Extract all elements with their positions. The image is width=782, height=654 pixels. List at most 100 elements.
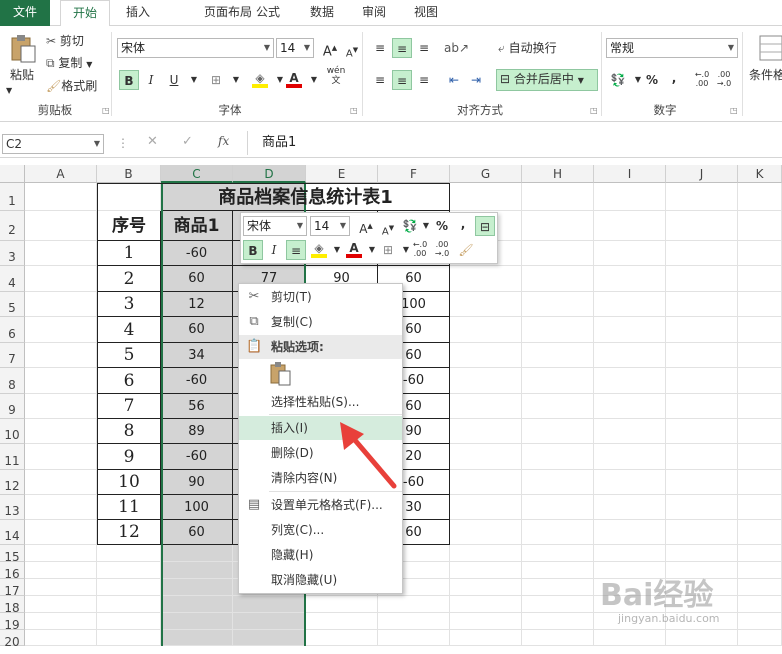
cell-b8[interactable]: 6 (97, 368, 161, 394)
cell-g8[interactable] (450, 368, 522, 394)
cell-k2[interactable] (738, 211, 782, 241)
cell-b9[interactable]: 7 (97, 394, 161, 419)
cell-h16[interactable] (522, 562, 594, 579)
cell-h12[interactable] (522, 470, 594, 495)
underline-dropdown-icon[interactable]: ▼ (184, 70, 204, 90)
orientation-icon[interactable]: ab↗ (444, 38, 469, 58)
cell-k16[interactable] (738, 562, 782, 579)
font-launcher-icon[interactable]: ◳ (350, 106, 358, 115)
cell-b12[interactable]: 10 (97, 470, 161, 495)
underline-button[interactable]: U (164, 70, 184, 90)
cell-h8[interactable] (522, 368, 594, 394)
cell-i20[interactable] (594, 630, 666, 646)
tab-formulas[interactable]: 公式 (248, 0, 288, 26)
cell-a20[interactable] (25, 630, 97, 646)
row-header-6[interactable]: 6 (0, 317, 25, 343)
row-header-8[interactable]: 8 (0, 368, 25, 394)
tab-data[interactable]: 数据 (302, 0, 342, 26)
cell-a18[interactable] (25, 596, 97, 613)
cell-b4[interactable]: 2 (97, 266, 161, 292)
menu-item-hide[interactable]: 隐藏(H) (239, 543, 402, 567)
cell-k7[interactable] (738, 343, 782, 368)
column-header-e[interactable]: E (306, 165, 378, 183)
cell-g18[interactable] (450, 596, 522, 613)
cell-j2[interactable] (666, 211, 738, 241)
merge-center-button[interactable]: ⊟ 合并后居中 ▼ (496, 69, 598, 91)
font-name-select[interactable]: 宋体 ▼ (117, 38, 274, 58)
cell-i11[interactable] (594, 444, 666, 470)
font-color-dropdown-icon[interactable]: ▼ (304, 70, 324, 90)
border-dropdown-icon[interactable]: ▼ (226, 70, 246, 90)
cell-j11[interactable] (666, 444, 738, 470)
decrease-indent-icon[interactable]: ⇤ (444, 70, 464, 90)
cell-c2[interactable]: 商品1 (161, 211, 233, 241)
cut-button[interactable]: ✂ 剪切 (46, 32, 84, 50)
menu-item-copy[interactable]: ⧉ 复制(C) (239, 310, 402, 334)
phonetic-icon[interactable]: wén 文 (326, 66, 346, 86)
decrease-decimal-icon[interactable]: .00 →.0 (714, 70, 734, 90)
cell-j15[interactable] (666, 545, 738, 562)
cell-i7[interactable] (594, 343, 666, 368)
font-size-select[interactable]: 14 ▼ (276, 38, 314, 58)
paste-icon[interactable] (8, 34, 40, 64)
align-bottom-icon[interactable]: ≡ (414, 38, 434, 58)
cell-a6[interactable] (25, 317, 97, 343)
cell-j12[interactable] (666, 470, 738, 495)
cell-h20[interactable] (522, 630, 594, 646)
row-header-17[interactable]: 17 (0, 579, 25, 598)
cell-h14[interactable] (522, 520, 594, 545)
increase-decimal-icon[interactable]: ←.0.00 (692, 70, 712, 90)
menu-item-unhide[interactable]: 取消隐藏(U) (239, 568, 402, 592)
cell-k11[interactable] (738, 444, 782, 470)
cell-k5[interactable] (738, 292, 782, 317)
cell-g5[interactable] (450, 292, 522, 317)
cell-a12[interactable] (25, 470, 97, 495)
format-painter-button[interactable]: 🖌格式刷 (46, 77, 97, 95)
tab-insert[interactable]: 插入 (118, 0, 158, 26)
column-header-k[interactable]: K (738, 165, 782, 183)
cell-j5[interactable] (666, 292, 738, 317)
cell-c10[interactable]: 89 (161, 419, 233, 444)
cell-d19[interactable] (233, 613, 306, 630)
cell-g12[interactable] (450, 470, 522, 495)
mini-decrease-decimal-icon[interactable]: .00 →.0 (432, 240, 452, 260)
cell-a4[interactable] (25, 266, 97, 292)
cell-k8[interactable] (738, 368, 782, 394)
bold-button[interactable]: B (119, 70, 139, 90)
row-header-3[interactable]: 3 (0, 241, 25, 266)
cell-a17[interactable] (25, 579, 97, 596)
cell-c18[interactable] (161, 596, 233, 613)
cell-f18[interactable] (378, 596, 450, 613)
cell-k6[interactable] (738, 317, 782, 343)
cell-h15[interactable] (522, 545, 594, 562)
cell-a1[interactable] (25, 183, 97, 211)
cell-a14[interactable] (25, 520, 97, 545)
row-header-5[interactable]: 5 (0, 292, 25, 317)
cell-g1[interactable] (450, 183, 522, 211)
cell-k18[interactable] (738, 596, 782, 613)
cell-h10[interactable] (522, 419, 594, 444)
cell-h6[interactable] (522, 317, 594, 343)
increase-indent-icon[interactable]: ⇥ (466, 70, 486, 90)
row-header-16[interactable]: 16 (0, 562, 25, 581)
cell-c20[interactable] (161, 630, 233, 646)
row-header-12[interactable]: 12 (0, 470, 25, 495)
cell-i4[interactable] (594, 266, 666, 292)
align-center-icon[interactable]: ≡ (392, 70, 412, 90)
cell-c12[interactable]: 90 (161, 470, 233, 495)
cell-g14[interactable] (450, 520, 522, 545)
cell-j20[interactable] (666, 630, 738, 646)
cell-j3[interactable] (666, 241, 738, 266)
cell-k14[interactable] (738, 520, 782, 545)
row-header-10[interactable]: 10 (0, 419, 25, 444)
row-header-11[interactable]: 11 (0, 444, 25, 470)
cancel-icon[interactable]: ✕ (147, 134, 158, 149)
cell-h4[interactable] (522, 266, 594, 292)
cell-a5[interactable] (25, 292, 97, 317)
row-header-9[interactable]: 9 (0, 394, 25, 419)
mini-font-color-icon[interactable]: A (344, 238, 364, 258)
cell-c6[interactable]: 60 (161, 317, 233, 343)
mini-merge-icon[interactable]: ⊟ (475, 216, 495, 236)
row-header-2[interactable]: 2 (0, 211, 25, 241)
paste-option-icon[interactable] (269, 361, 293, 387)
